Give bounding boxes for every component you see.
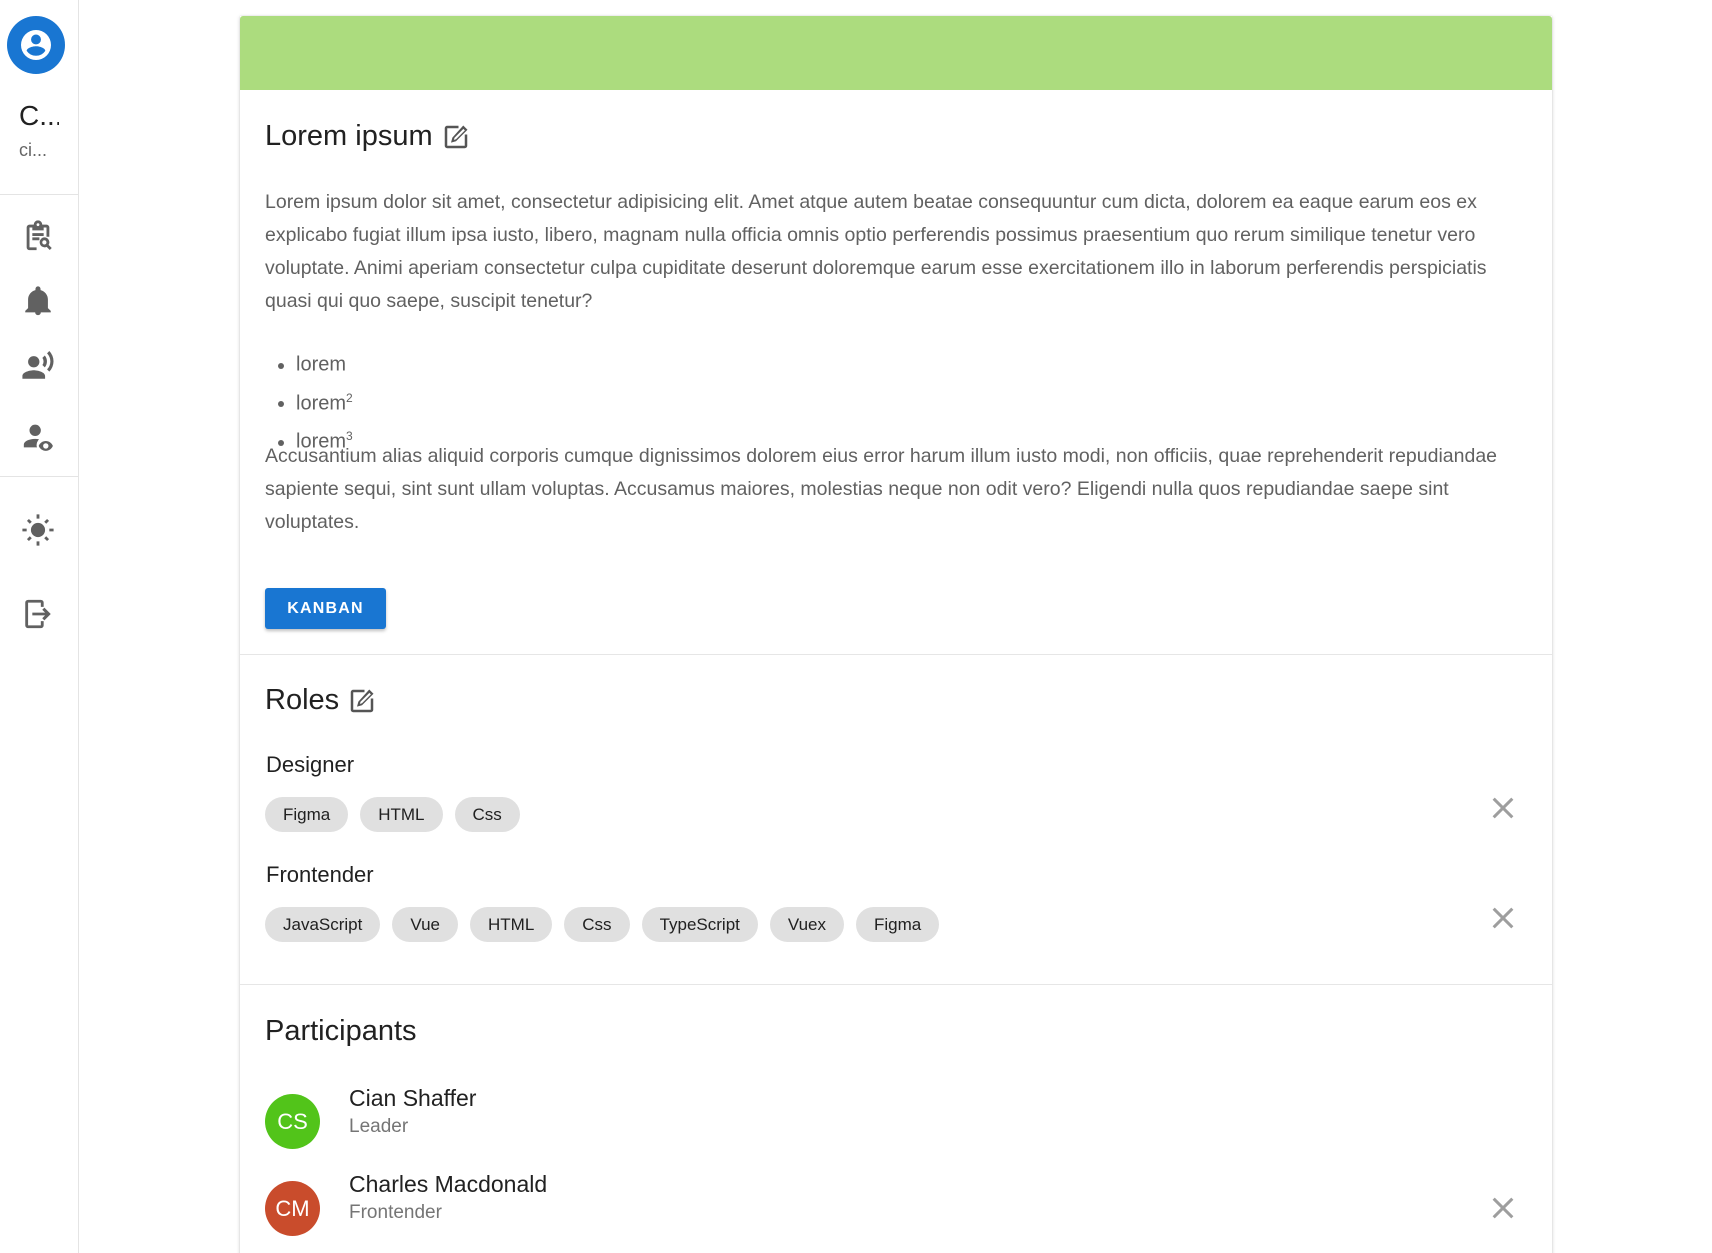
section-divider (240, 654, 1552, 655)
role-name-frontender: Frontender (266, 862, 374, 887)
section-divider (240, 984, 1552, 985)
roles-title: Roles (265, 684, 340, 716)
role-skills-designer: Figma HTML Css (265, 797, 520, 832)
skill-chip[interactable]: Css (564, 907, 630, 942)
sidebar-divider (0, 476, 78, 477)
user-name: C... (19, 100, 59, 131)
participants-title: Participants (265, 1015, 417, 1047)
edit-icon[interactable] (347, 686, 377, 716)
list-item: lorem2 (296, 382, 353, 421)
project-description-2: Accusantium alias aliquid corporis cumqu… (265, 445, 1498, 533)
participant-role: Frontender (349, 1202, 442, 1223)
participant-name: Cian Shaffer (349, 1085, 477, 1111)
user-email: ci... (19, 140, 48, 160)
avatar: CS (265, 1094, 320, 1149)
remove-role-designer-close-icon[interactable] (1487, 792, 1519, 824)
skill-chip[interactable]: Vue (392, 907, 458, 942)
bell-icon[interactable] (20, 283, 56, 319)
skill-chip[interactable]: TypeScript (641, 907, 758, 942)
remove-participant-close-icon[interactable] (1487, 1192, 1519, 1224)
project-card: Lorem ipsum Lorem ipsum dolor sit amet, … (240, 16, 1552, 1253)
account-eye-icon[interactable] (20, 418, 56, 454)
skill-chip[interactable]: Figma (856, 907, 940, 942)
account-voice-icon[interactable] (20, 348, 56, 384)
participant-role: Leader (349, 1116, 409, 1137)
sidebar: C... ci... (0, 0, 79, 1253)
project-description: Lorem ipsum dolor sit amet, consectetur … (265, 191, 1487, 312)
list-item: lorem (296, 343, 353, 382)
edit-icon[interactable] (441, 122, 471, 152)
project-title-row: Lorem ipsum (265, 120, 471, 153)
brightness-icon[interactable] (20, 512, 56, 548)
skill-chip[interactable]: HTML (360, 797, 443, 832)
skill-chip[interactable]: JavaScript (265, 907, 381, 942)
remove-role-frontender-close-icon[interactable] (1487, 902, 1519, 934)
avatar: CM (265, 1181, 320, 1236)
account-circle-icon[interactable] (7, 16, 65, 74)
skill-chip[interactable]: HTML (470, 907, 553, 942)
logout-icon[interactable] (20, 596, 56, 632)
skill-chip[interactable]: Figma (265, 797, 349, 832)
role-name-designer: Designer (266, 752, 355, 777)
participant-name: Charles Macdonald (349, 1171, 548, 1197)
project-banner (240, 16, 1552, 90)
sidebar-divider (0, 194, 78, 195)
project-title: Lorem ipsum (265, 120, 433, 152)
skill-chip[interactable]: Css (454, 797, 520, 832)
roles-title-row: Roles (265, 684, 377, 717)
role-skills-frontender: JavaScript Vue HTML Css TypeScript Vuex … (265, 907, 940, 942)
skill-chip[interactable]: Vuex (769, 907, 844, 942)
clipboard-search-icon[interactable] (20, 218, 56, 254)
kanban-button[interactable]: KANBAN (265, 588, 386, 629)
